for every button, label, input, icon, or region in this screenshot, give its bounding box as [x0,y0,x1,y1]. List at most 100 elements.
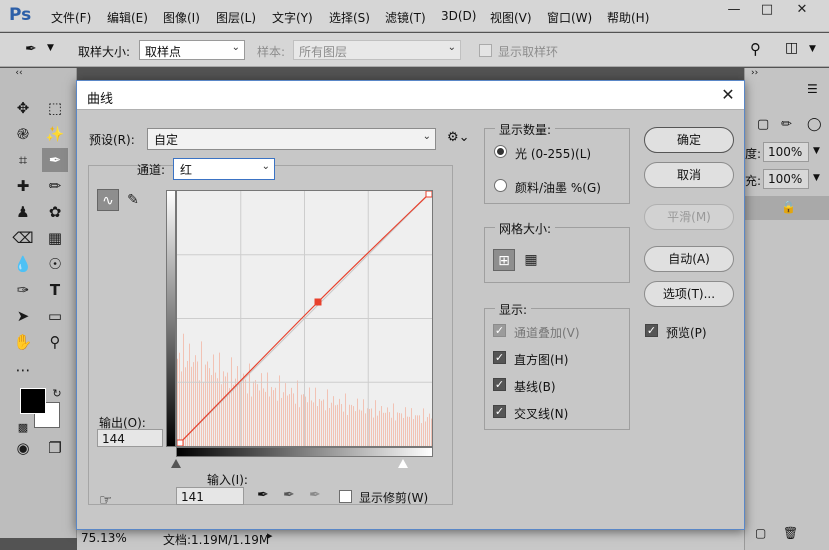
histogram-bar [285,383,286,446]
ok-button[interactable]: 确定 [644,127,734,153]
input-input[interactable]: 141 [176,487,244,505]
eraser-tool-icon[interactable]: ⌫ [10,226,36,250]
brush-tool-icon[interactable]: ✏ [42,174,68,198]
collapse-icon[interactable]: ‹‹ [6,67,32,79]
foreground-color-swatch[interactable] [20,388,46,414]
chevron-down-icon[interactable]: ▼ [813,173,820,183]
chevron-right-icon[interactable]: ▸ [267,529,273,542]
hand-tool-icon[interactable]: ✋ [10,330,36,354]
curve-point[interactable] [425,190,433,198]
light-radio[interactable] [494,145,507,158]
layer-row[interactable]: 🔒 [745,196,829,220]
menu-3d[interactable]: 3D(D) [441,9,476,23]
black-eyedropper-icon[interactable]: ✒ [257,487,269,503]
eyedropper-tool-icon[interactable]: ✒ [42,148,68,172]
pencil-tool-icon[interactable]: ✎ [122,189,144,211]
sample-select[interactable]: 所有图层 ⌄ [293,40,461,60]
options-button[interactable]: 选项(T)... [644,281,734,307]
curve-point[interactable] [314,298,322,306]
show-ring-checkbox[interactable] [479,44,492,57]
detailed-grid-icon[interactable]: ▦ [520,249,542,271]
maximize-icon[interactable]: □ [753,2,781,20]
blur-tool-icon[interactable]: 💧 [10,252,36,276]
menu-view[interactable]: 视图(V) [490,9,532,26]
menu-filter[interactable]: 滤镜(T) [385,9,426,26]
lock-position-icon[interactable]: ✏ [781,117,792,132]
new-group-icon[interactable]: ▢ [755,526,766,540]
menu-help[interactable]: 帮助(H) [607,9,649,26]
more-tools-icon[interactable]: ⋯ [10,358,36,382]
chevron-down-icon[interactable]: ▼ [809,44,816,54]
zoom-level[interactable]: 75.13% [81,531,127,545]
swap-colors-icon[interactable]: ↻ [44,382,70,406]
menu-select[interactable]: 选择(S) [329,9,370,26]
lock-all-icon[interactable]: ◯ [807,117,822,132]
show-clipping-checkbox[interactable] [339,490,352,503]
tool-preset-chevron-icon[interactable]: ▼ [47,43,54,53]
fill-input[interactable]: 100% [763,169,809,189]
move-tool-icon[interactable]: ✥ [10,96,36,120]
histogram-bar [263,388,264,446]
history-brush-tool-icon[interactable]: ✿ [42,200,68,224]
crop-tool-icon[interactable]: ⌗ [10,148,36,172]
simple-grid-icon[interactable]: ⊞ [493,249,515,271]
output-input[interactable]: 144 [97,429,163,447]
auto-button[interactable]: 自动(A) [644,246,734,272]
expand-icon[interactable]: ›› [751,68,758,78]
white-point-slider[interactable] [398,459,408,468]
lock-pixels-icon[interactable]: ▢ [757,117,769,132]
opacity-input[interactable]: 100% [763,142,809,162]
pen-tool-icon[interactable]: ✑ [10,278,36,302]
rectangle-tool-icon[interactable]: ▭ [42,304,68,328]
menu-edit[interactable]: 编辑(E) [107,9,148,26]
search-icon[interactable]: ⚲ [750,40,761,58]
curve-graph[interactable] [176,190,433,447]
gray-eyedropper-icon[interactable]: ✒ [283,487,295,503]
preview-checkbox[interactable]: ✓ [645,324,658,337]
close-icon[interactable]: ✕ [788,2,816,20]
channel-overlay-checkbox[interactable]: ✓ [493,324,506,337]
lasso-tool-icon[interactable]: ֎ [10,122,36,146]
trash-icon[interactable]: 🗑 [783,526,798,540]
menu-window[interactable]: 窗口(W) [547,9,592,26]
channel-select[interactable]: 红 ⌄ [173,158,275,180]
minimize-icon[interactable]: — [720,2,748,20]
close-icon[interactable]: ✕ [719,85,737,104]
menu-layer[interactable]: 图层(L) [216,9,256,26]
curve-point[interactable] [176,439,184,447]
sample-size-select[interactable]: 取样点 ⌄ [139,40,245,60]
pigment-radio[interactable] [494,179,507,192]
cancel-button[interactable]: 取消 [644,162,734,188]
curve-plot[interactable] [176,190,433,447]
clone-stamp-tool-icon[interactable]: ♟ [10,200,36,224]
chevron-down-icon[interactable]: ▼ [813,146,820,156]
path-selection-tool-icon[interactable]: ➤ [10,304,36,328]
menu-file[interactable]: 文件(F) [51,9,91,26]
intersection-checkbox[interactable]: ✓ [493,405,506,418]
black-point-slider[interactable] [171,459,181,468]
dodge-tool-icon[interactable]: ☉ [42,252,68,276]
histogram-checkbox[interactable]: ✓ [493,351,506,364]
panel-menu-icon[interactable]: ☰ [807,82,818,96]
dialog-titlebar[interactable]: 曲线 ✕ [77,81,744,110]
type-tool-icon[interactable]: T [42,278,68,302]
screen-mode-icon[interactable]: ❐ [42,436,68,460]
white-eyedropper-icon[interactable]: ✒ [309,487,321,503]
menu-type[interactable]: 文字(Y) [272,9,313,26]
on-image-adjust-icon[interactable]: ☞ [99,491,112,509]
quick-mask-icon[interactable]: ◉ [10,436,36,460]
eyedropper-tool-icon[interactable]: ✒ [25,41,37,57]
gear-icon[interactable]: ⚙⌄ [447,130,470,145]
baseline-checkbox[interactable]: ✓ [493,378,506,391]
menu-image[interactable]: 图像(I) [163,9,200,26]
gradient-tool-icon[interactable]: ▦ [42,226,68,250]
dialog-title: 曲线 [87,92,114,107]
curve-point-tool-icon[interactable]: ∿ [97,189,119,211]
workspace-icon[interactable]: ◫ [785,40,798,56]
magic-wand-tool-icon[interactable]: ✨ [42,122,68,146]
healing-brush-tool-icon[interactable]: ✚ [10,174,36,198]
preset-select[interactable]: 自定 ⌄ [147,128,436,150]
marquee-tool-icon[interactable]: ⬚ [42,96,68,120]
smooth-button[interactable]: 平滑(M) [644,204,734,230]
zoom-tool-icon[interactable]: ⚲ [42,330,68,354]
